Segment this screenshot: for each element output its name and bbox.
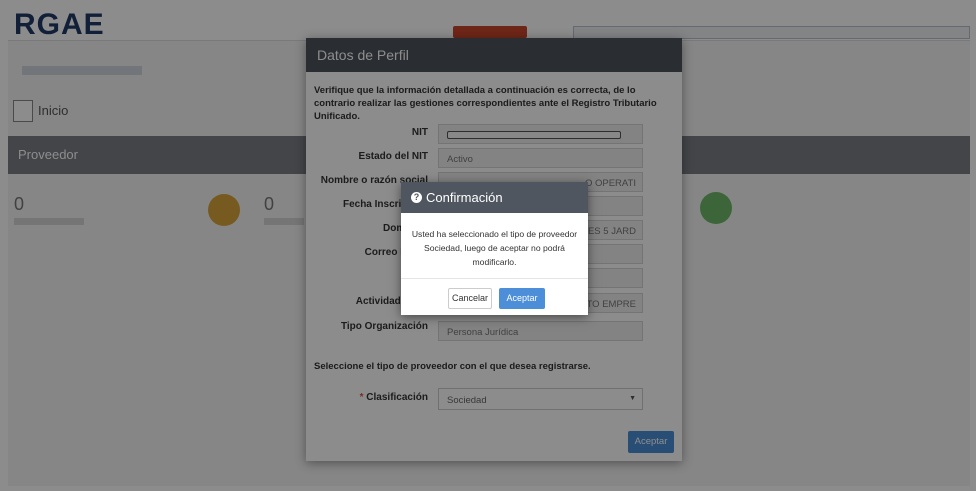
cancel-button[interactable]: Cancelar bbox=[448, 288, 492, 309]
confirm-header: ? Confirmación bbox=[401, 182, 588, 213]
confirm-dialog: ? Confirmación Usted ha seleccionado el … bbox=[401, 182, 588, 315]
confirm-title: Confirmación bbox=[426, 190, 503, 205]
divider bbox=[401, 278, 588, 279]
accept-button[interactable]: Aceptar bbox=[499, 288, 545, 309]
question-circle-icon: ? bbox=[411, 192, 422, 203]
confirm-message: Usted ha seleccionado el tipo de proveed… bbox=[411, 229, 578, 267]
